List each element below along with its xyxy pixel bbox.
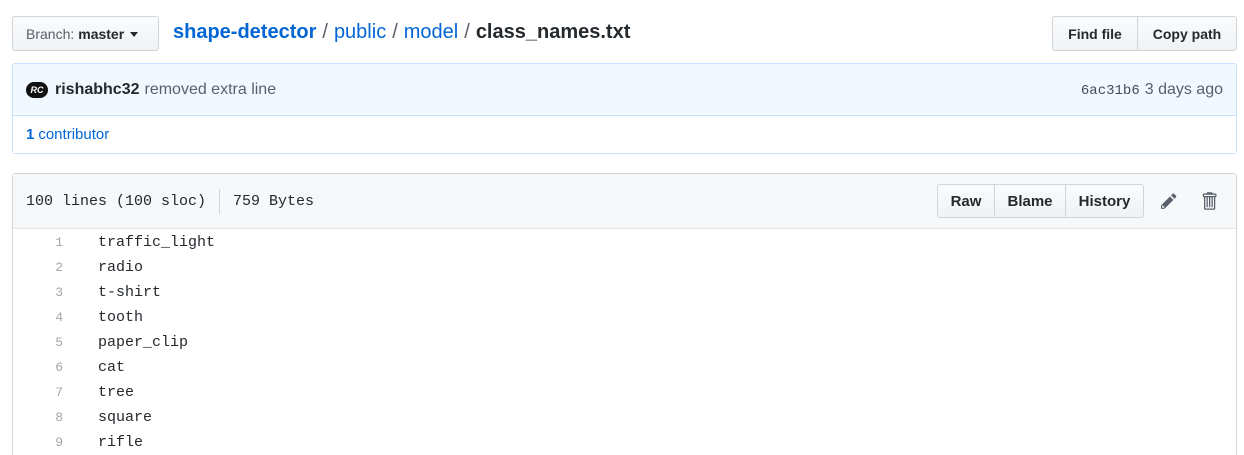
commit-message[interactable]: removed extra line [144,81,276,99]
history-button[interactable]: History [1066,184,1144,218]
file-lines-info: 100 lines (100 sloc) [26,192,207,210]
file-actions-group: Raw Blame History [937,184,1144,218]
raw-button[interactable]: Raw [937,184,995,218]
breadcrumb-separator: / [392,21,398,43]
code-line: 2 radio [13,255,1236,280]
contributors-count: 1 [26,126,35,143]
file-info-divider [219,188,221,214]
file-size: 759 Bytes [233,192,315,210]
line-number[interactable]: 9 [13,435,63,450]
file-info: 100 lines (100 sloc) 759 Bytes [26,188,315,214]
breadcrumb-repo-link[interactable]: shape-detector [173,21,316,44]
file-navigation: Branch: master shape-detector / public /… [12,16,1237,51]
code-line: 3 t-shirt [13,280,1236,305]
file-header: 100 lines (100 sloc) 759 Bytes Raw Blame… [13,174,1236,229]
contributors-label: contributor [38,126,110,143]
code-listing: 1 traffic_light 2 radio 3 t-shirt 4 tooth 5 paper… [13,229,1236,455]
code-line: 5 paper_clip [13,330,1236,355]
copy-path-button[interactable]: Copy path [1138,16,1237,51]
line-number[interactable]: 5 [13,335,63,350]
file-nav-button-group: Find file Copy path [1052,16,1237,51]
breadcrumb-separator: / [464,21,470,43]
line-content: rifle [98,434,144,451]
line-content: paper_clip [98,334,189,351]
code-line: 4 tooth [13,305,1236,330]
line-content: cat [98,359,126,376]
blame-button[interactable]: Blame [995,184,1066,218]
commit-time: 3 days ago [1144,80,1223,98]
commit-author-link[interactable]: rishabhc32 [55,81,139,99]
line-number[interactable]: 2 [13,260,63,275]
branch-select-button[interactable]: Branch: master [12,16,159,51]
breadcrumb-separator: / [322,21,328,43]
line-content: tree [98,384,135,401]
line-number[interactable]: 6 [13,360,63,375]
line-number[interactable]: 4 [13,310,63,325]
line-number[interactable]: 3 [13,285,63,300]
line-content: t-shirt [98,284,162,301]
line-number[interactable]: 7 [13,385,63,400]
find-file-button[interactable]: Find file [1052,16,1138,51]
code-line: 8 square [13,405,1236,430]
contributors-row[interactable]: 1 contributor [13,116,1236,153]
caret-down-icon [130,31,139,37]
code-line: 6 cat [13,355,1236,380]
breadcrumb: shape-detector / public / model / class_… [173,21,630,44]
branch-name: master [78,25,125,42]
commit-sha-link[interactable]: 6ac31b6 [1081,83,1140,99]
line-content: radio [98,259,144,276]
breadcrumb-dir-model-link[interactable]: model [404,21,458,44]
line-number[interactable]: 1 [13,235,63,250]
pencil-icon[interactable] [1159,190,1181,212]
branch-label: Branch: [26,25,75,42]
latest-commit-box: RC rishabhc32 removed extra line 6ac31b6… [12,63,1237,154]
file-viewer: 100 lines (100 sloc) 759 Bytes Raw Blame… [12,173,1237,455]
commit-tease: RC rishabhc32 removed extra line 6ac31b6… [13,64,1236,116]
line-content: tooth [98,309,144,326]
line-number[interactable]: 8 [13,410,63,425]
line-content: traffic_light [98,234,216,251]
line-content: square [98,409,153,426]
trash-icon[interactable] [1198,190,1220,212]
avatar[interactable]: RC [26,81,48,98]
breadcrumb-dir-public-link[interactable]: public [334,21,386,44]
code-line: 7 tree [13,380,1236,405]
commit-meta: 6ac31b6 3 days ago [1081,81,1223,99]
code-line: 1 traffic_light [13,230,1236,255]
breadcrumb-file-name: class_names.txt [475,21,631,43]
code-line: 9 rifle [13,430,1236,455]
